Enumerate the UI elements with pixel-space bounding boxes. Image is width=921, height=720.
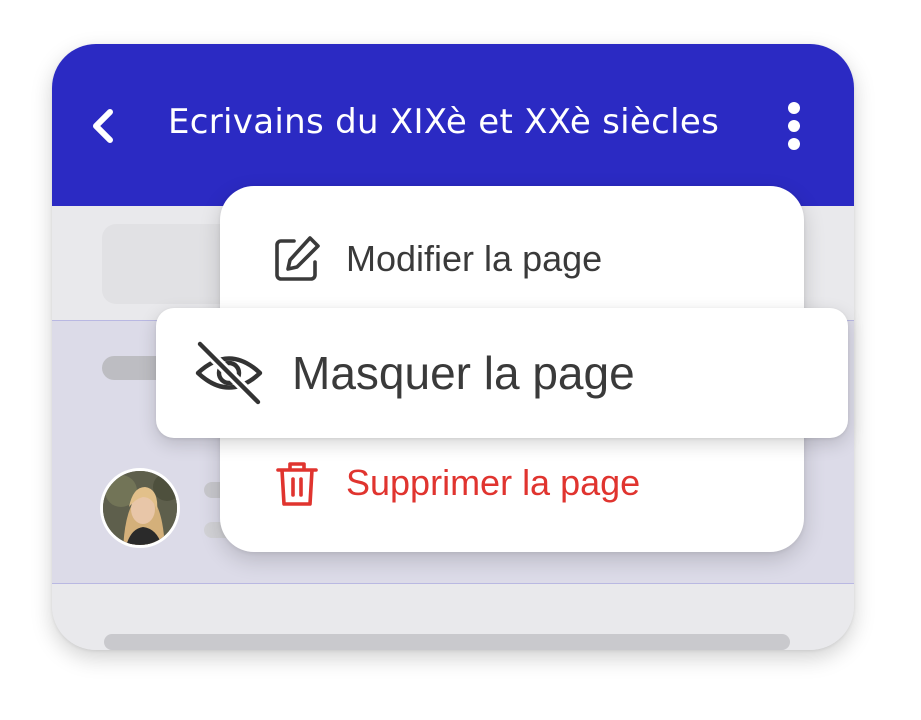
- trash-icon: [276, 462, 318, 506]
- menu-item-label: Supprimer la page: [346, 462, 641, 503]
- menu-item-delete-page[interactable]: Supprimer la page: [270, 448, 640, 518]
- edit-icon: [275, 236, 320, 281]
- menu-item-label: Masquer la page: [292, 347, 635, 399]
- stage: Ecrivains du XIXè et XXè siècles Modifie…: [0, 0, 921, 720]
- eye-off-icon: [195, 339, 263, 407]
- more-vertical-icon[interactable]: [780, 100, 808, 152]
- menu-item-hide-page[interactable]: Masquer la page: [190, 330, 635, 416]
- horizontal-scrollbar[interactable]: [104, 634, 790, 650]
- menu-item-edit-page[interactable]: Modifier la page: [270, 226, 602, 292]
- page-title: Ecrivains du XIXè et XXè siècles: [168, 102, 720, 142]
- menu-item-label: Modifier la page: [346, 238, 603, 279]
- avatar: [100, 468, 180, 548]
- chevron-left-icon[interactable]: [86, 106, 120, 146]
- app-bar: Ecrivains du XIXè et XXè siècles: [52, 44, 854, 206]
